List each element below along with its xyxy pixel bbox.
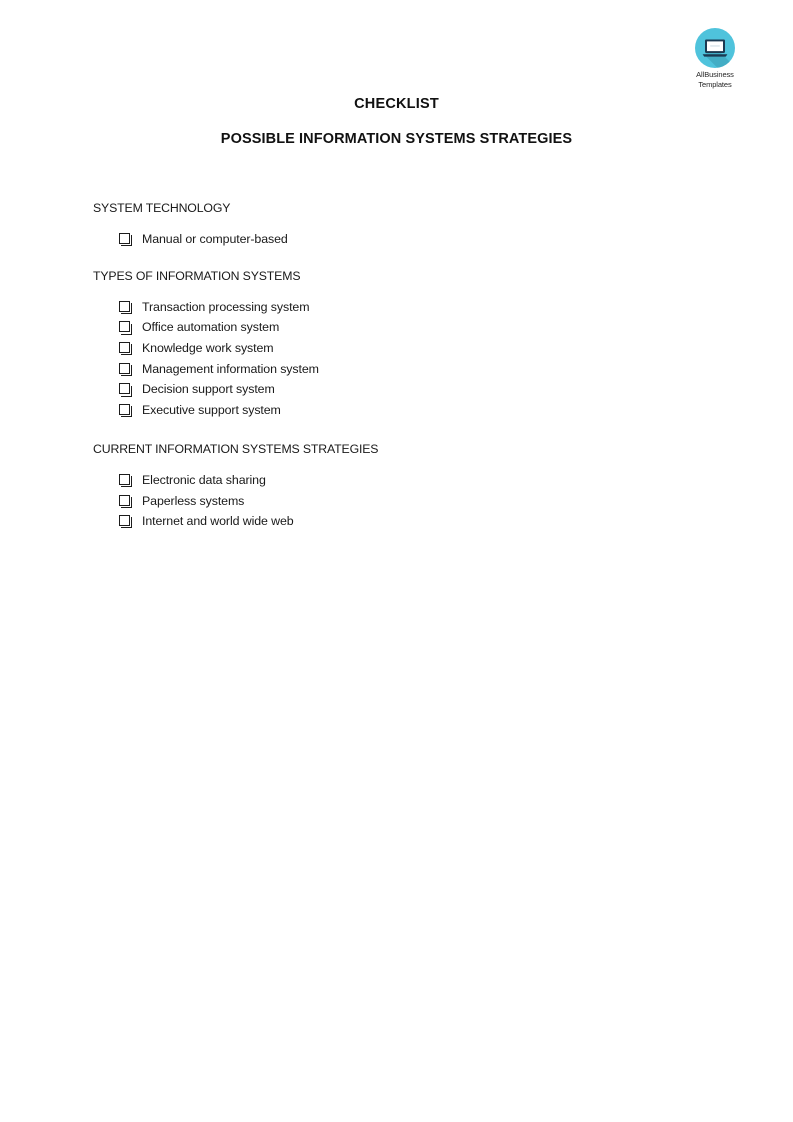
list-item-label: Manual or computer-based <box>142 232 288 246</box>
checkbox-icon[interactable] <box>119 473 133 488</box>
list-item[interactable]: Decision support system <box>119 379 713 400</box>
section-types-of-information-systems: TYPES OF INFORMATION SYSTEMS Transaction… <box>93 268 713 421</box>
list-item-label: Decision support system <box>142 382 275 397</box>
checkbox-icon[interactable] <box>119 362 133 376</box>
list-item-label: Electronic data sharing <box>142 472 266 487</box>
page-title: CHECKLIST <box>354 96 439 112</box>
list-item[interactable]: Management information system <box>119 359 713 380</box>
section-heading: SYSTEM TECHNOLOGY <box>93 201 231 215</box>
laptop-icon <box>702 39 728 57</box>
list-item[interactable]: Office automation system <box>119 317 713 338</box>
list-item-label: Internet and world wide web <box>142 514 294 529</box>
section-heading: TYPES OF INFORMATION SYSTEMS <box>93 268 301 283</box>
logo-circle <box>695 28 735 68</box>
list-item[interactable]: Knowledge work system <box>119 338 713 359</box>
brand-name: AllBusiness Templates <box>683 70 747 89</box>
checklist-body: SYSTEM TECHNOLOGY Manual or computer-bas… <box>93 200 713 532</box>
page-subtitle: POSSIBLE INFORMATION SYSTEMS STRATEGIES <box>220 131 573 147</box>
section-system-technology: SYSTEM TECHNOLOGY Manual or computer-bas… <box>93 200 713 250</box>
checkbox-icon[interactable] <box>119 494 133 508</box>
checkbox-icon[interactable] <box>119 515 133 529</box>
section-current-information-systems-strategies: CURRENT INFORMATION SYSTEMS STRATEGIES E… <box>93 441 713 532</box>
checkbox-icon[interactable] <box>119 404 133 418</box>
brand-name-line1: AllBusiness <box>696 70 734 79</box>
list-item-label: Paperless systems <box>142 493 245 508</box>
brand-logo: AllBusiness Templates <box>683 28 747 89</box>
document-page: AllBusiness Templates CHECKLIST POSSIBLE… <box>0 0 793 1122</box>
list-item[interactable]: Paperless systems <box>119 491 713 512</box>
section-heading: CURRENT INFORMATION SYSTEMS STRATEGIES <box>93 441 379 456</box>
checkbox-icon[interactable] <box>119 321 133 335</box>
list-item[interactable]: Internet and world wide web <box>119 511 713 532</box>
brand-name-line2: Templates <box>698 79 732 89</box>
checkbox-icon[interactable] <box>119 383 133 397</box>
checkbox-icon[interactable] <box>119 233 133 247</box>
checklist-items: Manual or computer-based <box>93 229 713 250</box>
list-item-label: Management information system <box>142 361 319 376</box>
list-item[interactable]: Transaction processing system <box>119 297 713 318</box>
checkbox-icon[interactable] <box>119 300 133 314</box>
list-item-label: Knowledge work system <box>142 341 274 356</box>
checklist-items: Transaction processing system Office aut… <box>93 297 713 421</box>
checkbox-icon[interactable] <box>119 342 133 356</box>
list-item[interactable]: Manual or computer-based <box>119 229 713 250</box>
list-item-label: Transaction processing system <box>142 299 310 314</box>
list-item[interactable]: Electronic data sharing <box>119 470 713 491</box>
list-item[interactable]: Executive support system <box>119 400 713 421</box>
list-item-label: Executive support system <box>142 403 281 418</box>
checklist-items: Electronic data sharing Paperless system… <box>93 470 713 532</box>
list-item-label: Office automation system <box>142 320 280 335</box>
